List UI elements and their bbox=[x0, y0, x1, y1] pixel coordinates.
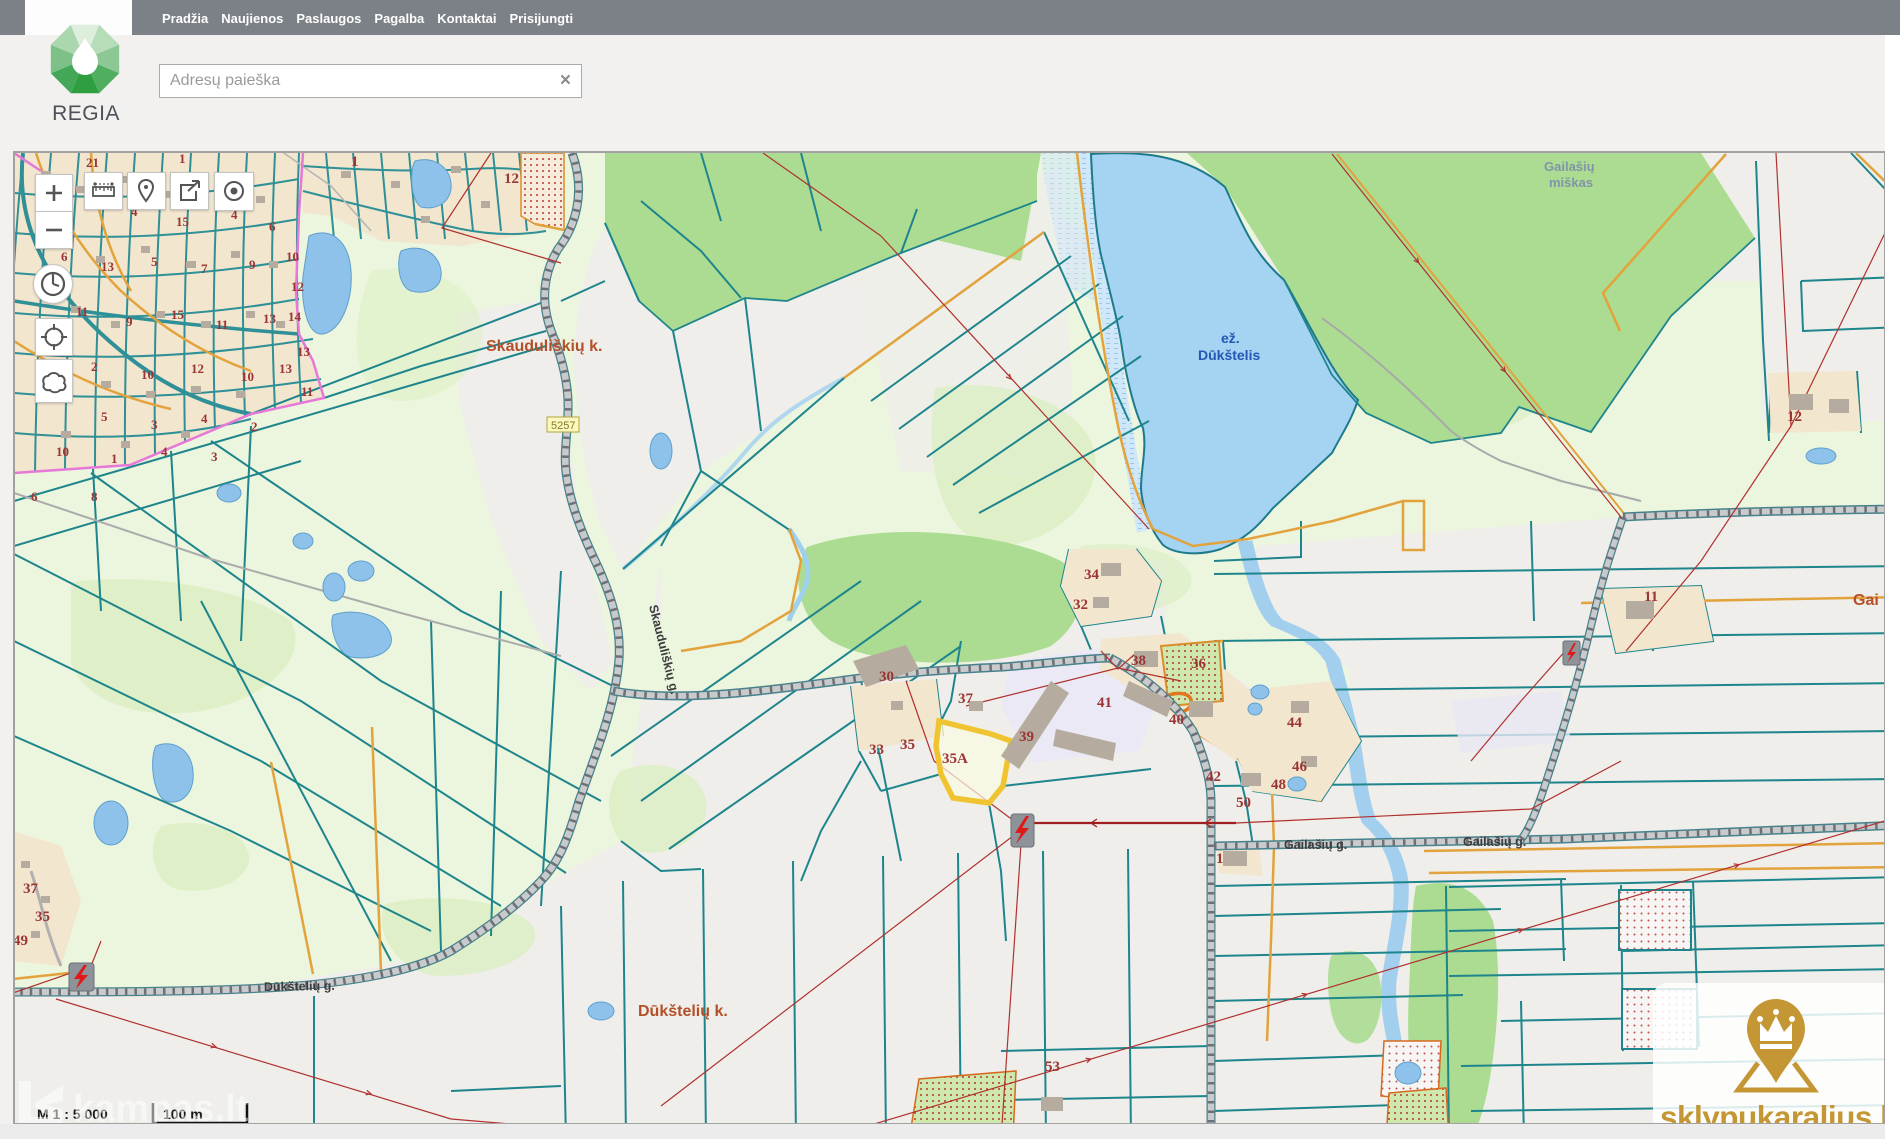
svg-text:11: 11 bbox=[301, 384, 313, 399]
svg-text:11: 11 bbox=[1644, 589, 1658, 605]
svg-text:35: 35 bbox=[35, 909, 50, 925]
svg-text:15: 15 bbox=[171, 307, 185, 322]
svg-text:4: 4 bbox=[201, 411, 208, 426]
svg-text:21: 21 bbox=[86, 155, 99, 170]
svg-text:2: 2 bbox=[91, 359, 98, 374]
svg-text:13: 13 bbox=[263, 311, 277, 326]
svg-text:10: 10 bbox=[241, 369, 254, 384]
svg-text:10: 10 bbox=[286, 249, 299, 264]
svg-text:Dūkštelis: Dūkštelis bbox=[1198, 347, 1260, 363]
svg-text:1: 1 bbox=[351, 154, 359, 170]
svg-text:8: 8 bbox=[91, 489, 98, 504]
svg-text:sklypukaralius.lt: sklypukaralius.lt bbox=[1660, 1099, 1885, 1124]
svg-text:32: 32 bbox=[1073, 597, 1088, 613]
svg-text:12: 12 bbox=[191, 361, 204, 376]
svg-text:1: 1 bbox=[1216, 851, 1224, 867]
svg-text:Gailašių: Gailašių bbox=[1544, 159, 1595, 174]
svg-text:9: 9 bbox=[249, 257, 256, 272]
svg-text:10: 10 bbox=[141, 367, 154, 382]
svg-text:6: 6 bbox=[31, 489, 38, 504]
svg-text:10: 10 bbox=[56, 444, 69, 459]
svg-text:Gailašių g.: Gailašių g. bbox=[1463, 835, 1526, 849]
svg-text:12: 12 bbox=[1787, 409, 1802, 425]
svg-text:39: 39 bbox=[1019, 729, 1034, 745]
svg-text:30: 30 bbox=[879, 669, 894, 685]
svg-text:6: 6 bbox=[269, 219, 276, 234]
svg-text:35: 35 bbox=[900, 737, 915, 753]
svg-text:11: 11 bbox=[76, 304, 88, 319]
svg-text:11: 11 bbox=[216, 317, 228, 332]
svg-text:15: 15 bbox=[176, 214, 190, 229]
svg-text:53: 53 bbox=[1045, 1059, 1060, 1075]
svg-text:13: 13 bbox=[297, 344, 311, 359]
svg-text:46: 46 bbox=[1292, 759, 1308, 775]
svg-text:13: 13 bbox=[101, 259, 115, 274]
svg-text:6: 6 bbox=[61, 249, 68, 264]
svg-text:44: 44 bbox=[1287, 715, 1303, 731]
svg-text:Dūkštelių k.: Dūkštelių k. bbox=[638, 1003, 728, 1020]
svg-text:5257: 5257 bbox=[551, 420, 575, 432]
svg-text:Skauduliškių k.: Skauduliškių k. bbox=[486, 338, 602, 355]
svg-text:5: 5 bbox=[101, 409, 108, 424]
svg-text:42: 42 bbox=[1206, 769, 1221, 785]
svg-text:7: 7 bbox=[201, 261, 208, 276]
svg-text:35A: 35A bbox=[942, 751, 968, 767]
svg-text:Gai: Gai bbox=[1853, 592, 1879, 609]
svg-text:33: 33 bbox=[869, 742, 884, 758]
svg-text:49: 49 bbox=[14, 933, 28, 949]
svg-text:Gailašių g.: Gailašių g. bbox=[1284, 838, 1347, 852]
svg-text:34: 34 bbox=[1084, 567, 1100, 583]
svg-text:3: 3 bbox=[211, 449, 218, 464]
svg-text:4: 4 bbox=[161, 444, 168, 459]
svg-text:1: 1 bbox=[179, 152, 186, 166]
svg-text:40: 40 bbox=[1169, 712, 1184, 728]
svg-text:3: 3 bbox=[151, 417, 158, 432]
svg-text:5: 5 bbox=[151, 254, 158, 269]
svg-text:41: 41 bbox=[1097, 695, 1112, 711]
svg-text:2: 2 bbox=[251, 419, 258, 434]
svg-text:12: 12 bbox=[504, 171, 519, 187]
svg-text:37: 37 bbox=[958, 691, 974, 707]
svg-text:13: 13 bbox=[279, 361, 293, 376]
svg-text:50: 50 bbox=[1236, 795, 1251, 811]
svg-text:9: 9 bbox=[126, 314, 133, 329]
svg-text:14: 14 bbox=[288, 309, 302, 324]
svg-text:miškas: miškas bbox=[1549, 175, 1593, 190]
svg-text:48: 48 bbox=[1271, 777, 1286, 793]
svg-text:1: 1 bbox=[111, 451, 118, 466]
svg-text:12: 12 bbox=[291, 279, 304, 294]
svg-text:38: 38 bbox=[1131, 653, 1146, 669]
svg-text:36: 36 bbox=[1191, 656, 1207, 672]
svg-text:kampas.lt: kampas.lt bbox=[73, 1088, 249, 1124]
svg-text:Dūkštelių g.: Dūkštelių g. bbox=[264, 979, 335, 994]
svg-text:37: 37 bbox=[23, 881, 39, 897]
svg-text:ež.: ež. bbox=[1221, 330, 1240, 346]
